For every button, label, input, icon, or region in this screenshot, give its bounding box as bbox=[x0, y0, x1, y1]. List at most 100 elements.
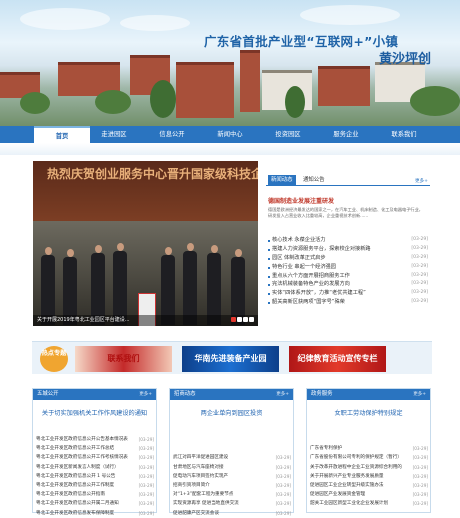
item-date: [03-29] bbox=[138, 482, 154, 488]
column-more-link[interactable]: 更多+ bbox=[276, 389, 289, 400]
item-title: 粤北工业开发区政府信息公开工作制度 bbox=[36, 482, 115, 488]
list-item[interactable] bbox=[310, 435, 428, 444]
item-date: [03-29] bbox=[275, 464, 291, 470]
item-date: [03-29] bbox=[138, 473, 154, 479]
list-item[interactable]: 实体“四体系开放”，力推“老优共建工程” [03-29] bbox=[268, 289, 428, 298]
item-title: 广东省股份有限公司专利的保护规定（暂行） bbox=[310, 455, 402, 461]
news-list: 核心技术 永葆企业活力 [03-29] 搭建人力资源服务平台，探索校企对接新路 [0… bbox=[268, 236, 428, 307]
column-headline[interactable]: 关于切实加强机关工作作风建设的通知 bbox=[33, 408, 156, 417]
news-item-date: [03-29] bbox=[411, 263, 428, 269]
slide-dot[interactable] bbox=[231, 317, 236, 322]
list-item[interactable]: 甘肃地区与汽车座椅对接 [03-29] bbox=[173, 463, 291, 472]
hot-discipline-banner[interactable]: 纪律教育活动宣传专栏 bbox=[289, 346, 386, 372]
item-date: [03-29] bbox=[412, 455, 428, 461]
news-more-link[interactable]: 更多+ bbox=[415, 178, 428, 184]
list-item[interactable]: 促进园区工业企业转型升级实施办法 [03-29] bbox=[310, 481, 428, 490]
column-header: 政务服务 更多+ bbox=[307, 389, 430, 400]
item-title: 甘肃地区与汽车座椅对接 bbox=[173, 464, 224, 470]
news-headline[interactable]: 德国制造业发展注重研发 bbox=[268, 196, 334, 205]
list-item[interactable]: 粤北工业开发区政府信息公开公告基本情况表 [03-29] bbox=[36, 435, 154, 444]
list-item[interactable]: 粤北工业开发区新闻发言人制度（试行） [03-29] bbox=[36, 463, 154, 472]
tree bbox=[150, 80, 176, 118]
news-item-date: [03-29] bbox=[411, 272, 428, 278]
list-item[interactable]: 粤北工业开发区政府信息公开工作制度 [03-29] bbox=[36, 481, 154, 490]
list-item[interactable]: 对“1+3”配套工程为重要节点 [03-29] bbox=[173, 490, 291, 499]
list-item[interactable]: 关于开展新兴产业专业服务发展质量 [03-29] bbox=[310, 472, 428, 481]
item-title: 武江对四平洋促进园区建设 bbox=[173, 455, 229, 461]
item-title: 粤北工业开发区政府信息公开工作总结 bbox=[36, 446, 115, 452]
list-item[interactable]: 特色行业 串起一个经济强园 [03-29] bbox=[268, 263, 428, 272]
item-date: [03-29] bbox=[138, 492, 154, 498]
list-item[interactable]: 园区 体制改革正式启步 [03-29] bbox=[268, 254, 428, 263]
nav-home[interactable]: 首页 bbox=[34, 126, 90, 143]
tab-notices[interactable]: 通知公告 bbox=[300, 175, 328, 186]
list-item[interactable]: 重点从六个方面开展招商服务工作 [03-29] bbox=[268, 272, 428, 281]
item-title: 粤北工业开发区政府信息公开 1 号公告 bbox=[36, 473, 116, 479]
column-gov-service: 政务服务 更多+ 女职工劳动保护特别规定 广东省专利保护 [03-29] 广东省股份… bbox=[306, 388, 431, 513]
list-item[interactable]: 核心技术 永葆企业活力 [03-29] bbox=[268, 236, 428, 245]
list-item[interactable]: 完法机械装备特色产业的发展方向 [03-29] bbox=[268, 280, 428, 289]
item-title: 关于开展新兴产业专业服务发展质量 bbox=[310, 473, 384, 479]
hot-industry-park-banner[interactable]: 华南先进装备产业园 bbox=[182, 346, 279, 372]
slide-dot[interactable] bbox=[243, 317, 248, 322]
list-item[interactable]: 武江对四平洋促进园区建设 [03-29] bbox=[173, 453, 291, 462]
nav-service[interactable]: 服务企业 bbox=[318, 126, 374, 143]
column-more-link[interactable]: 更多+ bbox=[413, 389, 426, 400]
list-item[interactable]: 粤北工业开发区政府信息公开 1 号公告 [03-29] bbox=[36, 472, 154, 481]
hot-contact-banner[interactable]: 联系我们 bbox=[75, 346, 172, 372]
list-item[interactable]: 搭建人力资源服务平台，探索校企对接新路 [03-29] bbox=[268, 245, 428, 254]
column-title: 五城公开 bbox=[37, 391, 59, 397]
slide-banner-text: 热烈庆贺创业服务中心晋升国家级科技企业孵化器 bbox=[47, 167, 258, 181]
slideshow[interactable]: 热烈庆贺创业服务中心晋升国家级科技企业孵化器 关于开展2019年粤北工业园区平台… bbox=[33, 161, 258, 326]
item-date: [03-29] bbox=[412, 482, 428, 488]
column-title: 政务服务 bbox=[311, 391, 333, 397]
column-headline[interactable]: 女职工劳动保护特别规定 bbox=[307, 408, 430, 417]
column-headline[interactable]: 两企业单向到园区投资 bbox=[170, 408, 293, 417]
item-title: 关于改革开放进程中企业工业资源综合利用的通知 bbox=[310, 464, 402, 470]
slide-caption[interactable]: 关于开展2019年粤北工业园区平台建设... bbox=[33, 315, 258, 326]
nav-news[interactable]: 新闻中心 bbox=[202, 126, 258, 143]
column-investment: 招商动态 更多+ 两企业单向到园区投资 武江对四平洋促进园区建设 [03-29] 甘… bbox=[169, 388, 294, 516]
main-nav: 首页 走进园区 信息公开 新闻中心 投资园区 服务企业 联系我们 bbox=[0, 126, 460, 143]
column-more-link[interactable]: 更多+ bbox=[139, 389, 152, 400]
item-title: 粤北工业开发区新闻发言人制度（试行） bbox=[36, 464, 119, 470]
list-item[interactable]: 粤北工业开发区政府信息公开指南 [03-29] bbox=[36, 490, 154, 499]
list-item[interactable]: 招商引资项目简介 [03-29] bbox=[173, 481, 291, 490]
tree bbox=[20, 92, 50, 114]
list-item[interactable]: 促电动汽车项目签约实现产 [03-29] bbox=[173, 472, 291, 481]
item-title: 粤北工业开发区政府信息公开公告基本情况表 bbox=[36, 437, 128, 442]
divider-strip bbox=[0, 143, 460, 155]
list-item[interactable]: 粤北工业开发区政府信息公开工作考核情况表 [03-29] bbox=[36, 453, 154, 462]
list-item[interactable]: 韶关工业园区新型工业化企业发展计划 [03-29] bbox=[310, 499, 428, 508]
news-item-title: 搭建人力资源服务平台，探索校企对接新路 bbox=[272, 245, 371, 252]
list-item[interactable]: 关于改革开放进程中企业工业资源综合利用的通知 [03-29] bbox=[310, 463, 428, 472]
slide-dot[interactable] bbox=[249, 317, 254, 322]
nav-about[interactable]: 走进园区 bbox=[86, 126, 142, 143]
list-item[interactable]: 粤北工业开发区政府信息发布保障制度 [03-29] bbox=[36, 509, 154, 518]
list-item[interactable]: 广东省股份有限公司专利的保护规定（暂行） [03-29] bbox=[310, 453, 428, 462]
tab-news[interactable]: 新闻动态 bbox=[268, 175, 296, 186]
list-item[interactable] bbox=[173, 444, 291, 453]
item-date: [03-29] bbox=[275, 455, 291, 461]
nav-invest[interactable]: 投资园区 bbox=[260, 126, 316, 143]
nav-info[interactable]: 信息公开 bbox=[144, 126, 200, 143]
list-item[interactable]: 韶关高新区获两项“国字号”殊荣 [03-29] bbox=[268, 298, 428, 307]
list-item[interactable]: 粤北工业开发区政府信息公开属二月通知 [03-29] bbox=[36, 499, 154, 508]
tree bbox=[410, 86, 460, 116]
list-item[interactable]: 促进韶康产区交流会谈 [03-29] bbox=[173, 509, 291, 518]
list-item[interactable] bbox=[310, 509, 428, 518]
list-item[interactable]: 粤北工业开发区政府信息公开工作总结 [03-29] bbox=[36, 444, 154, 453]
column-list: 粤北工业开发区政府信息公开公告基本情况表 [03-29] 粤北工业开发区政府信息公… bbox=[36, 435, 154, 518]
column-list: 武江对四平洋促进园区建设 [03-29] 甘肃地区与汽车座椅对接 [03-29] 促… bbox=[173, 435, 291, 518]
nav-contact[interactable]: 联系我们 bbox=[376, 126, 432, 143]
hot-topics-label: 热点专题 bbox=[40, 346, 68, 372]
list-item[interactable]: 广东省专利保护 [03-29] bbox=[310, 444, 428, 453]
slide-dot[interactable] bbox=[237, 317, 242, 322]
item-title: 韶关工业园区新型工业化企业发展计划 bbox=[310, 501, 389, 507]
list-item[interactable]: 实现资源再享 促进当地直供交流 [03-29] bbox=[173, 499, 291, 508]
item-date: [03-29] bbox=[275, 492, 291, 498]
list-item[interactable] bbox=[173, 435, 291, 444]
list-item[interactable]: 促进园区产业发展资金管理 [03-29] bbox=[310, 490, 428, 499]
column-title: 招商动态 bbox=[174, 391, 196, 397]
column-public-info: 五城公开 更多+ 关于切实加强机关工作作风建设的通知 粤北工业开发区政府信息公开公… bbox=[32, 388, 157, 516]
